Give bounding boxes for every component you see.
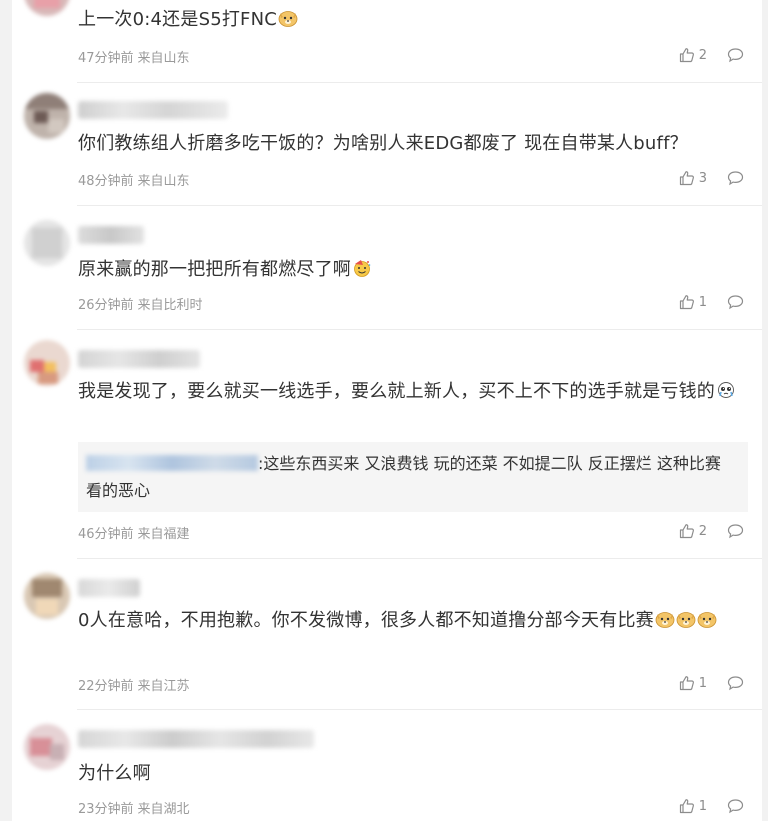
comment-meta: 22分钟前 来自江苏: [78, 675, 190, 694]
comment-time: 26分钟前: [78, 298, 134, 313]
comment-item: 上一次0:4还是S5打FNC 47分钟前 来自山东 2: [12, 0, 762, 82]
comment-bubble-icon: [727, 524, 744, 539]
like-count: 3: [698, 170, 707, 186]
comment-actions: 2: [679, 45, 744, 65]
thumbs-up-icon: [679, 171, 694, 186]
reply-button[interactable]: [727, 47, 744, 63]
comment-text: 为什么啊: [78, 763, 151, 784]
thumbs-up-icon: [679, 799, 694, 814]
reply-button[interactable]: [727, 294, 744, 310]
crying-emoji-icon: [718, 382, 734, 398]
like-button[interactable]: 1: [679, 675, 707, 691]
doge-emoji-icon: [697, 612, 717, 628]
thumbs-up-icon: [679, 48, 694, 63]
comment-text: 我是发现了，要么就买一线选手，要么就上新人，买不上不下的选手就是亏钱的: [78, 378, 738, 406]
like-count: 1: [698, 294, 707, 310]
reply-button[interactable]: [727, 170, 744, 186]
comment-location: 来自山东: [137, 51, 190, 66]
comment-time: 47分钟前: [78, 51, 134, 66]
comment-location: 来自湖北: [137, 802, 190, 817]
comment-text: 0人在意哈，不用抱歉。你不发微博，很多人都不知道撸分部今天有比赛: [78, 607, 738, 635]
comment-bubble-icon: [727, 171, 744, 186]
avatar[interactable]: [24, 724, 70, 770]
comment-time: 22分钟前: [78, 679, 134, 694]
comment-text: 原来赢的那一把把所有都燃尽了啊: [78, 256, 738, 284]
avatar[interactable]: [24, 220, 70, 266]
comment-location: 来自山东: [137, 174, 190, 189]
comment-location: 来自江苏: [137, 679, 190, 694]
doge-emoji-icon: [278, 11, 298, 27]
thumbs-up-icon: [679, 524, 694, 539]
comment-meta: 23分钟前 来自湖北: [78, 798, 190, 817]
comment-time: 48分钟前: [78, 174, 134, 189]
doge-emoji-icon: [655, 612, 675, 628]
thumbs-up-icon: [679, 295, 694, 310]
quoted-text: :这些东西买来 又浪费钱 玩的还菜 不如提二队 反正摆烂 这种比赛看的恶心: [86, 454, 721, 500]
comment-actions: 1: [679, 292, 744, 312]
avatar[interactable]: [24, 573, 70, 619]
avatar[interactable]: [24, 0, 70, 16]
comment-item: 为什么啊 23分钟前 来自湖北 1: [12, 710, 762, 821]
comment-actions: 1: [679, 673, 744, 693]
like-count: 2: [698, 47, 707, 63]
party-emoji-icon: [354, 260, 371, 277]
reply-button[interactable]: [727, 675, 744, 691]
reply-button[interactable]: [727, 523, 744, 539]
username-blurred[interactable]: [78, 579, 140, 597]
reply-button[interactable]: [727, 798, 744, 814]
comment-list: 上一次0:4还是S5打FNC 47分钟前 来自山东 2 你们教练组人折磨多吃干饭的…: [12, 0, 762, 821]
comment-item: 原来赢的那一把把所有都燃尽了啊 26分钟前 来自比利时 1: [12, 206, 762, 329]
username-blurred[interactable]: [78, 350, 200, 368]
comment-bubble-icon: [727, 48, 744, 63]
username-blurred[interactable]: [78, 730, 314, 748]
like-count: 2: [698, 523, 707, 539]
doge-emoji-icon: [676, 612, 696, 628]
comment-time: 23分钟前: [78, 802, 134, 817]
comment-actions: 2: [679, 521, 744, 541]
quoted-reply[interactable]: :这些东西买来 又浪费钱 玩的还菜 不如提二队 反正摆烂 这种比赛看的恶心: [78, 442, 748, 512]
username-blurred[interactable]: [78, 226, 144, 244]
comment-meta: 48分钟前 来自山东: [78, 170, 190, 189]
like-button[interactable]: 3: [679, 170, 707, 186]
comment-item: 我是发现了，要么就买一线选手，要么就上新人，买不上不下的选手就是亏钱的 :这些东…: [12, 330, 762, 558]
comment-bubble-icon: [727, 295, 744, 310]
comment-actions: 1: [679, 796, 744, 816]
avatar[interactable]: [24, 340, 70, 386]
comment-actions: 3: [679, 168, 744, 188]
comment-meta: 46分钟前 来自福建: [78, 523, 190, 542]
comment-text: 你们教练组人折磨多吃干饭的？为啥别人来EDG都废了 现在自带某人buff？: [78, 133, 688, 154]
username-blurred[interactable]: [78, 101, 228, 119]
comment-text: 上一次0:4还是S5打FNC: [78, 6, 738, 34]
like-button[interactable]: 2: [679, 47, 707, 63]
like-count: 1: [698, 675, 707, 691]
like-button[interactable]: 1: [679, 798, 707, 814]
comment-meta: 26分钟前 来自比利时: [78, 294, 203, 313]
comment-bubble-icon: [727, 676, 744, 691]
comment-item: 你们教练组人折磨多吃干饭的？为啥别人来EDG都废了 现在自带某人buff？ 48…: [12, 83, 762, 205]
comment-item: 0人在意哈，不用抱歉。你不发微博，很多人都不知道撸分部今天有比赛 22分钟前 来自…: [12, 559, 762, 709]
like-button[interactable]: 2: [679, 523, 707, 539]
comment-location: 来自福建: [137, 527, 190, 542]
like-button[interactable]: 1: [679, 294, 707, 310]
like-count: 1: [698, 798, 707, 814]
avatar[interactable]: [24, 93, 70, 139]
comment-meta: 47分钟前 来自山东: [78, 47, 190, 66]
comment-location: 来自比利时: [137, 298, 203, 313]
comment-time: 46分钟前: [78, 527, 134, 542]
comment-bubble-icon: [727, 799, 744, 814]
thumbs-up-icon: [679, 676, 694, 691]
